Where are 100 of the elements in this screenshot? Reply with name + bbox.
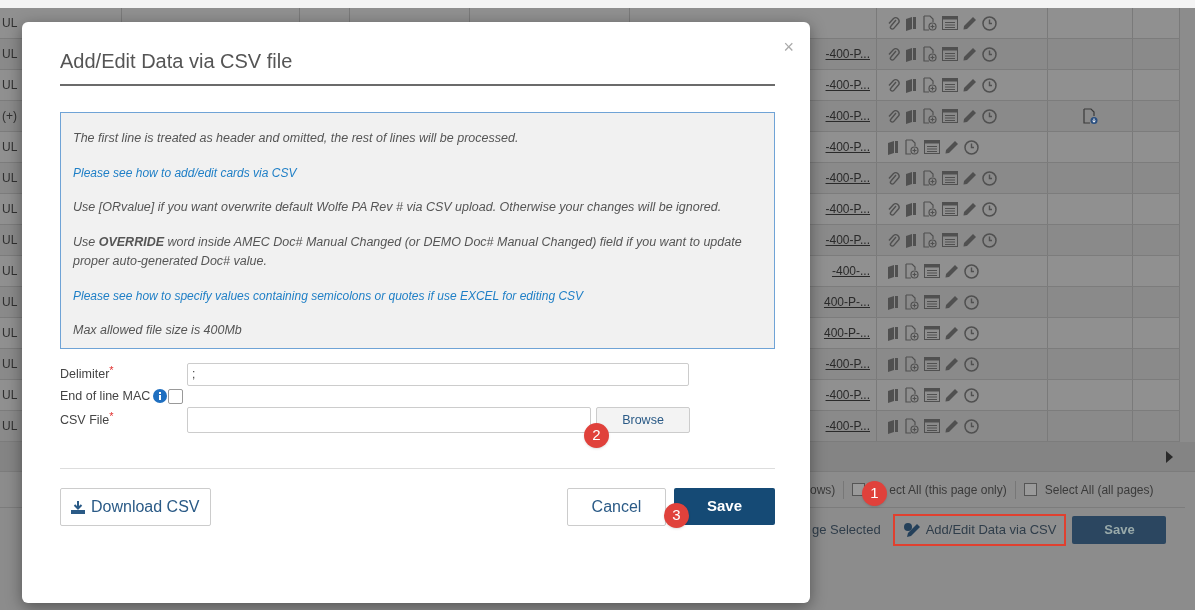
clock-icon[interactable] [964, 387, 979, 403]
clock-icon[interactable] [982, 108, 997, 124]
file-plus-icon[interactable] [904, 418, 919, 434]
list-icon[interactable] [942, 202, 958, 216]
list-icon[interactable] [924, 388, 940, 402]
book-icon[interactable] [905, 77, 917, 93]
paperclip-icon[interactable] [887, 46, 900, 62]
document-link[interactable]: -400-P... [825, 76, 870, 94]
book-icon[interactable] [905, 232, 917, 248]
pencil-icon[interactable] [963, 78, 977, 92]
delimiter-field[interactable]: ; [187, 362, 689, 386]
clock-icon[interactable] [982, 201, 997, 217]
pdf-download-icon[interactable] [1081, 107, 1099, 125]
document-link[interactable]: 400-P-... [823, 324, 870, 342]
download-csv-button[interactable]: Download CSV [60, 488, 211, 526]
book-icon[interactable] [887, 356, 899, 372]
clock-icon[interactable] [964, 294, 979, 310]
clock-icon[interactable] [982, 77, 997, 93]
add-edit-csv-button[interactable]: Add/Edit Data via CSV [892, 514, 1067, 546]
document-link[interactable]: -400-P... [825, 355, 870, 373]
change-selected-button[interactable]: ge Selected [812, 520, 881, 540]
clock-icon[interactable] [964, 263, 979, 279]
document-link[interactable]: -400-P... [825, 200, 870, 218]
paperclip-icon[interactable] [887, 108, 900, 124]
clock-icon[interactable] [964, 356, 979, 372]
file-plus-icon[interactable] [904, 325, 919, 341]
document-link[interactable]: -400-P... [825, 386, 870, 404]
clock-icon[interactable] [964, 418, 979, 434]
pencil-icon[interactable] [945, 140, 959, 154]
list-icon[interactable] [924, 357, 940, 371]
file-plus-icon[interactable] [904, 294, 919, 310]
close-button[interactable]: × [783, 38, 794, 56]
clock-icon[interactable] [982, 170, 997, 186]
clock-icon[interactable] [982, 15, 997, 31]
paperclip-icon[interactable] [887, 15, 900, 31]
pencil-icon[interactable] [945, 419, 959, 433]
book-icon[interactable] [887, 387, 899, 403]
save-button[interactable]: Save [1072, 516, 1167, 544]
file-plus-icon[interactable] [922, 170, 937, 186]
file-plus-icon[interactable] [904, 356, 919, 372]
cancel-button[interactable]: Cancel [567, 488, 666, 526]
pencil-icon[interactable] [963, 109, 977, 123]
csv-file-field[interactable] [187, 407, 591, 433]
file-plus-icon[interactable] [922, 108, 937, 124]
list-icon[interactable] [942, 109, 958, 123]
info-icon[interactable] [153, 389, 168, 403]
list-icon[interactable] [942, 171, 958, 185]
help-link[interactable]: Please see how to add/edit cards via CSV [73, 164, 762, 182]
book-icon[interactable] [887, 139, 899, 155]
paperclip-icon[interactable] [887, 232, 900, 248]
clock-icon[interactable] [982, 46, 997, 62]
clock-icon[interactable] [964, 325, 979, 341]
checkbox[interactable] [168, 388, 184, 404]
file-plus-icon[interactable] [922, 232, 937, 248]
document-link[interactable]: 400-P-... [823, 293, 870, 311]
file-plus-icon[interactable] [922, 201, 937, 217]
help-link[interactable]: Please see how to specify values containing semicolons or quotes if use EXCEL for editing CSV [73, 287, 762, 305]
scroll-right-icon[interactable] [1165, 450, 1173, 463]
pencil-icon[interactable] [945, 295, 959, 309]
pencil-icon[interactable] [963, 16, 977, 30]
list-icon[interactable] [942, 16, 958, 30]
pencil-icon[interactable] [945, 388, 959, 402]
file-plus-icon[interactable] [922, 15, 937, 31]
pencil-icon[interactable] [963, 47, 977, 61]
list-icon[interactable] [924, 295, 940, 309]
file-plus-icon[interactable] [904, 387, 919, 403]
document-link[interactable]: -400-P... [825, 138, 870, 156]
file-plus-icon[interactable] [904, 263, 919, 279]
document-link[interactable]: -400-P... [825, 169, 870, 187]
paperclip-icon[interactable] [887, 77, 900, 93]
book-icon[interactable] [887, 418, 899, 434]
list-icon[interactable] [924, 419, 940, 433]
book-icon[interactable] [905, 108, 917, 124]
book-icon[interactable] [887, 294, 899, 310]
pencil-icon[interactable] [963, 202, 977, 216]
list-icon[interactable] [924, 264, 940, 278]
list-icon[interactable] [924, 326, 940, 340]
book-icon[interactable] [905, 15, 917, 31]
document-link[interactable]: -400-P... [825, 45, 870, 63]
list-icon[interactable] [942, 78, 958, 92]
paperclip-icon[interactable] [887, 170, 900, 186]
document-link[interactable]: -400-P... [825, 231, 870, 249]
file-plus-icon[interactable] [922, 77, 937, 93]
list-icon[interactable] [942, 47, 958, 61]
book-icon[interactable] [905, 170, 917, 186]
list-icon[interactable] [924, 140, 940, 154]
pencil-icon[interactable] [963, 233, 977, 247]
pencil-icon[interactable] [945, 264, 959, 278]
document-link[interactable]: -400-... [832, 262, 870, 280]
checkbox[interactable] [1023, 483, 1037, 496]
pencil-icon[interactable] [945, 326, 959, 340]
clock-icon[interactable] [982, 232, 997, 248]
file-plus-icon[interactable] [922, 46, 937, 62]
pencil-icon[interactable] [963, 171, 977, 185]
pencil-icon[interactable] [945, 357, 959, 371]
document-link[interactable]: -400-P... [825, 107, 870, 125]
book-icon[interactable] [905, 46, 917, 62]
document-link[interactable]: -400-P... [825, 417, 870, 435]
list-icon[interactable] [942, 233, 958, 247]
book-icon[interactable] [887, 325, 899, 341]
